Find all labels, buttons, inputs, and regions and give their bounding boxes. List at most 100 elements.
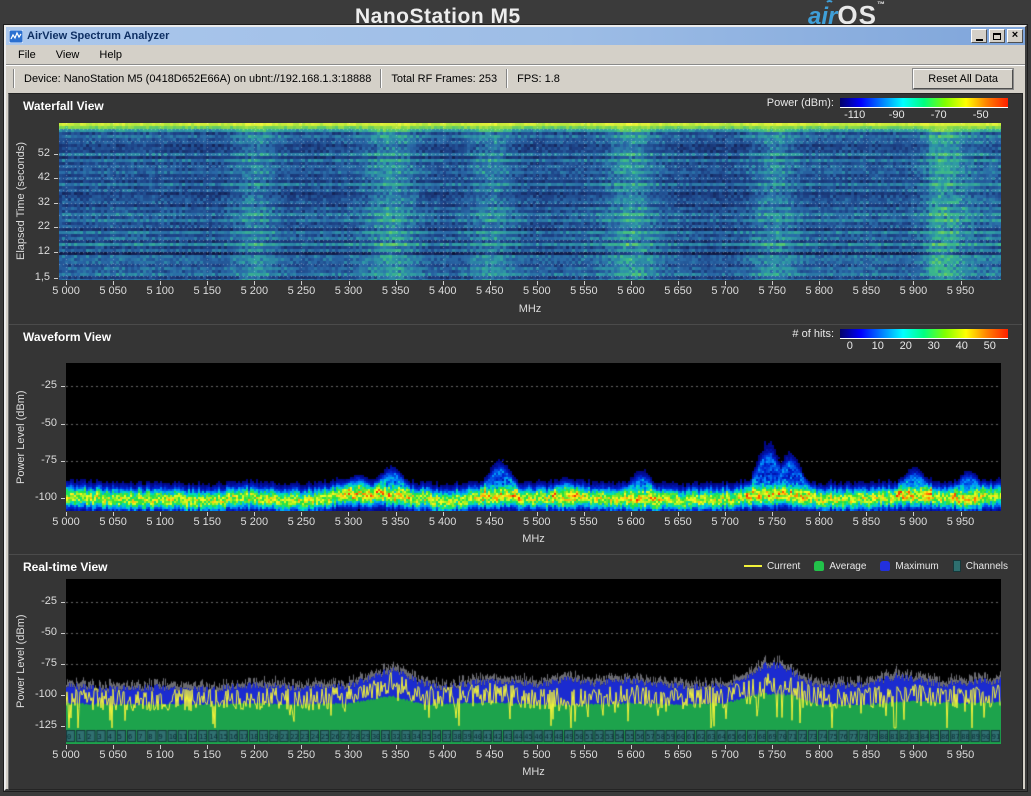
wifi-arc-icon [825,0,834,9]
realtime-section: Real-time View Current Average Maximum [9,554,1022,790]
y-tick-label: 42 [9,171,50,183]
x-tick-mark [490,745,491,749]
realtime-title: Real-time View [23,560,107,574]
x-tick-mark [490,512,491,516]
titlebar[interactable]: AirView Spectrum Analyzer × [6,27,1025,45]
x-tick-label: 5 700 [701,749,749,761]
y-tick-mark [61,461,65,462]
y-tick-mark [54,178,58,179]
x-tick-mark [725,512,726,516]
hits-legend-label: # of hits: [792,328,834,340]
menu-file[interactable]: File [10,47,44,63]
x-tick-mark [113,512,114,516]
x-tick-label: 5 100 [136,285,184,297]
statusbar: Device: NanoStation M5 (0418D652E66A) on… [6,64,1025,92]
x-tick-mark [66,745,67,749]
x-tick-label: 5 450 [466,516,514,528]
x-tick-label: 5 100 [136,749,184,761]
x-tick-label: 5 600 [607,516,655,528]
x-tick-mark [961,281,962,285]
fps-status: FPS: 1.8 [509,73,568,85]
y-tick-mark [61,602,65,603]
x-tick-label: 5 750 [748,516,796,528]
y-tick-mark [61,498,65,499]
x-tick-mark [678,281,679,285]
x-tick-mark [254,745,255,749]
x-tick-label: 5 000 [42,516,90,528]
hits-gradient-bar [840,329,1008,339]
x-tick-mark [443,512,444,516]
x-tick-label: 5 000 [42,749,90,761]
x-tick-label: 5 300 [324,516,372,528]
menu-view[interactable]: View [48,47,88,63]
x-tick-mark [866,745,867,749]
y-tick-label: -50 [9,417,57,429]
x-tick-label: 5 550 [560,749,608,761]
x-tick-mark [772,512,773,516]
minimize-button[interactable] [971,29,987,43]
current-line-swatch [744,565,762,567]
statusbar-divider [13,69,15,88]
legend-current: Current [744,561,800,572]
x-tick-mark [443,745,444,749]
x-tick-mark [631,281,632,285]
power-legend-label: Power (dBm): [767,97,834,109]
x-tick-mark [631,745,632,749]
legend-average-label: Average [829,561,866,572]
legend-tick-label: 10 [872,340,884,352]
x-tick-label: 5 400 [419,516,467,528]
x-tick-label: 5 900 [889,285,937,297]
x-tick-label: 5 150 [183,285,231,297]
legend-current-label: Current [767,561,800,572]
x-tick-label: 5 700 [701,516,749,528]
y-tick-mark [61,386,65,387]
analyzer-panel: Waterfall View Power (dBm): -110-90-70-5… [8,93,1023,790]
x-tick-label: 5 550 [560,516,608,528]
legend-average: Average [814,561,866,572]
x-tick-label: 5 250 [277,516,325,528]
x-tick-label: 5 750 [748,749,796,761]
x-tick-label: 5 850 [842,749,890,761]
y-tick-mark [54,154,58,155]
x-tick-mark [160,745,161,749]
x-tick-mark [396,512,397,516]
x-tick-mark [537,745,538,749]
maximize-button[interactable] [989,29,1005,43]
airos-logo-tm: ™ [877,0,885,9]
minimize-icon [976,39,983,41]
x-tick-mark [113,281,114,285]
y-tick-label: -100 [9,491,57,503]
x-tick-label: 5 650 [654,285,702,297]
close-button[interactable]: × [1007,29,1023,43]
x-tick-mark [301,745,302,749]
realtime-xlabel: MHz [66,766,1001,778]
legend-tick-label: 40 [956,340,968,352]
x-tick-label: 5 850 [842,516,890,528]
x-tick-mark [961,745,962,749]
x-tick-mark [490,281,491,285]
power-legend-ticks: -110-90-70-50 [840,109,1008,122]
x-tick-mark [631,512,632,516]
x-tick-mark [772,281,773,285]
channels-swatch [953,560,961,572]
maximum-swatch [880,561,890,571]
reset-all-data-button[interactable]: Reset All Data [913,69,1013,89]
x-tick-mark [301,281,302,285]
menu-help[interactable]: Help [91,47,130,63]
x-tick-label: 5 200 [230,749,278,761]
y-tick-mark [54,203,58,204]
x-tick-label: 5 950 [937,749,985,761]
power-gradient-bar [840,98,1008,108]
x-tick-mark [254,512,255,516]
statusbar-divider [506,69,508,88]
x-tick-label: 5 150 [183,749,231,761]
legend-tick-label: -90 [889,109,905,121]
realtime-legend: Current Average Maximum Channels [744,560,1008,572]
x-tick-label: 5 050 [89,749,137,761]
x-tick-mark [584,512,585,516]
airview-window: AirView Spectrum Analyzer × File View He… [4,25,1027,791]
legend-maximum-label: Maximum [895,561,938,572]
x-tick-mark [537,512,538,516]
x-tick-label: 5 300 [324,749,372,761]
x-tick-mark [160,281,161,285]
